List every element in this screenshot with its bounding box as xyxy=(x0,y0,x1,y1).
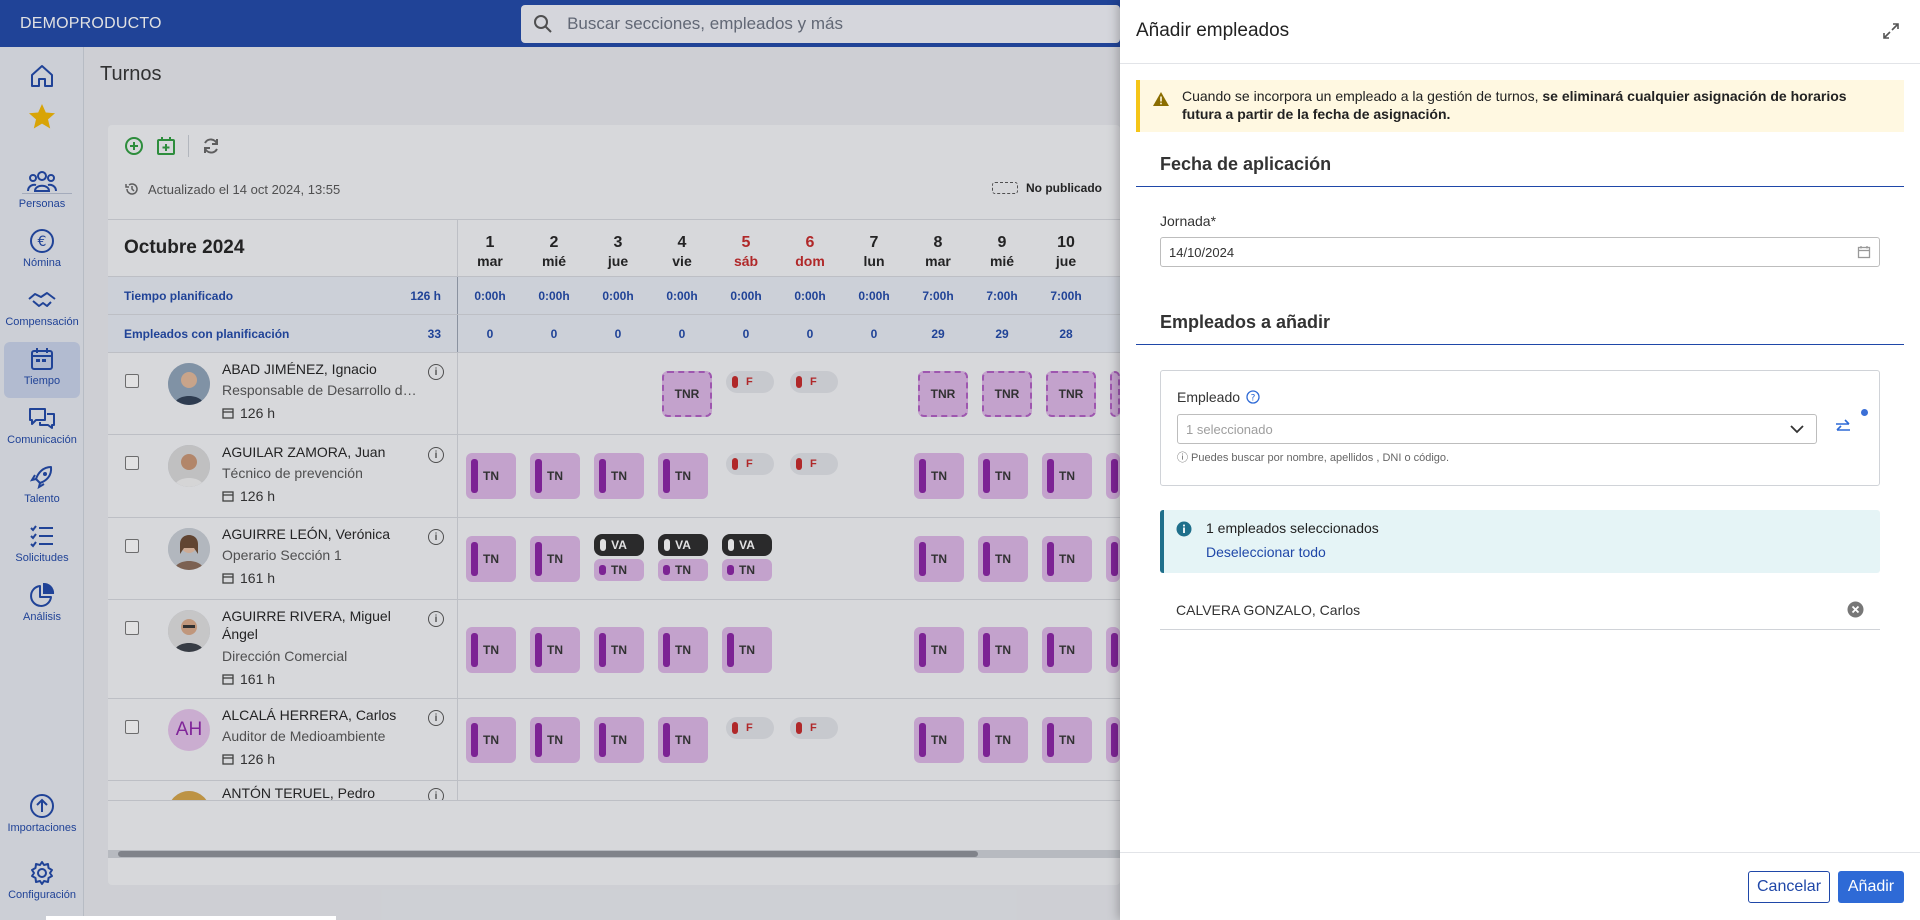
info-icon xyxy=(1176,521,1192,537)
employee-select[interactable]: 1 seleccionado xyxy=(1177,414,1817,444)
jornada-date-input[interactable]: 14/10/2024 xyxy=(1160,237,1880,267)
help-icon[interactable]: ? xyxy=(1246,390,1260,404)
jornada-label: Jornada* xyxy=(1160,213,1217,229)
section-application-date: Fecha de aplicación xyxy=(1136,144,1904,187)
add-button[interactable]: Añadir xyxy=(1838,871,1904,903)
warning-banner: Cuando se incorpora un empleado a la ges… xyxy=(1136,80,1904,132)
add-employees-drawer: Añadir empleados Cuando se incorpora un … xyxy=(1120,0,1920,920)
deselect-all-link[interactable]: Deseleccionar todo xyxy=(1206,544,1326,560)
employee-picker-box: Empleado ? 1 seleccionado ⓘ Puedes busca… xyxy=(1160,370,1880,486)
modal-backdrop[interactable] xyxy=(0,0,1120,920)
drawer-title: Añadir empleados xyxy=(1136,20,1290,41)
swap-icon[interactable] xyxy=(1833,417,1853,437)
drawer-header: Añadir empleados xyxy=(1120,0,1920,64)
chevron-down-icon xyxy=(1790,425,1804,434)
selected-info-box: 1 empleados seleccionados Deseleccionar … xyxy=(1160,510,1880,573)
filter-indicator-dot xyxy=(1861,409,1868,416)
svg-text:?: ? xyxy=(1251,394,1256,404)
section-employees-to-add: Empleados a añadir xyxy=(1136,302,1904,345)
bottom-indicator xyxy=(46,916,336,920)
warning-icon xyxy=(1153,92,1169,106)
expand-icon[interactable] xyxy=(1882,22,1900,40)
calendar-icon[interactable] xyxy=(1857,245,1871,259)
drawer-footer: Cancelar Añadir xyxy=(1120,852,1920,920)
empleado-label: Empleado ? xyxy=(1177,389,1260,405)
remove-icon[interactable] xyxy=(1847,601,1864,618)
cancel-button[interactable]: Cancelar xyxy=(1748,871,1830,903)
selected-employee-row: CALVERA GONZALO, Carlos xyxy=(1160,590,1880,630)
selected-count: 1 empleados seleccionados xyxy=(1206,520,1379,536)
search-help-text: ⓘ Puedes buscar por nombre, apellidos , … xyxy=(1177,452,1450,464)
